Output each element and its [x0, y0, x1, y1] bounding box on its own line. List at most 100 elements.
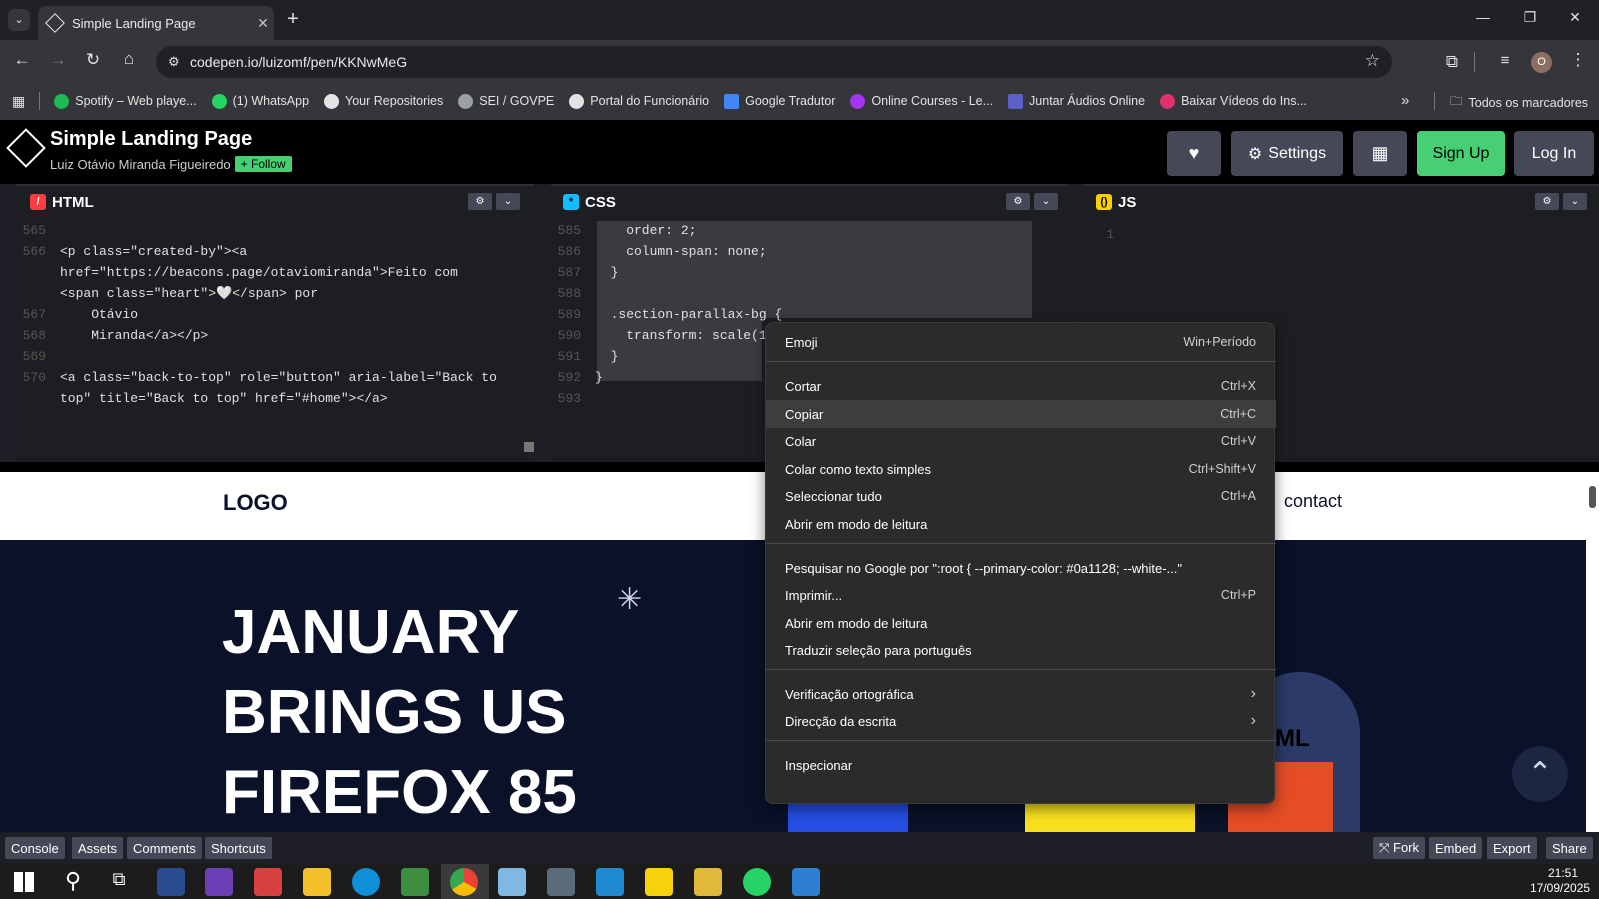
bookmark-google-tradutor[interactable]: Google Tradutor: [724, 93, 835, 109]
hero-heading: JANUARY BRINGS US FIREFOX 85: [222, 593, 577, 833]
git-icon[interactable]: [401, 868, 429, 896]
context-menu-item[interactable]: Colar Ctrl+V: [766, 427, 1276, 455]
like-button[interactable]: ♥: [1167, 131, 1221, 176]
scrollbar-thumb[interactable]: [1589, 486, 1596, 508]
html-code[interactable]: 565 566 <p class="created-by"><a href="http…: [16, 220, 534, 409]
tab-close-icon[interactable]: ✕: [252, 15, 274, 32]
media-control-icon[interactable]: ≡: [1494, 52, 1516, 69]
address-bar[interactable]: ⚙ codepen.io/luizomf/pen/KKNwMeG ☆: [156, 46, 1392, 78]
bookmark-sei[interactable]: SEI / GOVPE: [458, 93, 554, 109]
code-line: 593: [551, 388, 782, 409]
comments-button[interactable]: Comments: [127, 837, 202, 859]
preview-scrollbar[interactable]: [1586, 472, 1599, 832]
context-menu-item[interactable]: Copiar Ctrl+C: [766, 400, 1276, 428]
snipping-tool-icon[interactable]: [254, 868, 282, 896]
context-menu-item[interactable]: Cortar Ctrl+X: [766, 372, 1276, 400]
bookmark-github[interactable]: Your Repositories: [324, 93, 443, 109]
file-explorer-icon[interactable]: [303, 868, 331, 896]
signup-button[interactable]: Sign Up: [1417, 131, 1505, 176]
site-info-icon[interactable]: ⚙: [168, 54, 180, 70]
context-menu-item[interactable]: Pesquisar no Google por ":root { --prima…: [766, 554, 1276, 582]
css-settings-icon[interactable]: ⚙: [1006, 193, 1030, 210]
js-settings-icon[interactable]: ⚙: [1535, 193, 1559, 210]
edge-icon[interactable]: [352, 868, 380, 896]
feather-app-icon[interactable]: [205, 868, 233, 896]
bookmark-spotify[interactable]: Spotify – Web playe...: [54, 93, 197, 109]
shortcuts-button[interactable]: Shortcuts: [205, 837, 272, 859]
context-menu-item[interactable]: Imprimir... Ctrl+P: [766, 581, 1276, 609]
search-icon[interactable]: ⚲: [60, 868, 86, 894]
context-menu-item[interactable]: Abrir em modo de leitura: [766, 609, 1276, 637]
more-bookmarks-icon[interactable]: »: [1401, 92, 1409, 109]
context-menu-item[interactable]: Verificação ortográfica ›: [766, 680, 1276, 708]
js-code[interactable]: 1: [1084, 224, 1599, 245]
fork-button[interactable]: ⤧ Fork: [1373, 837, 1426, 859]
back-to-top-button[interactable]: ⌃: [1512, 746, 1568, 802]
context-menu-item[interactable]: Emoji Win+Período: [766, 328, 1276, 356]
clock-date[interactable]: 17/09/2025: [1530, 881, 1590, 895]
bookmark-baixar-videos[interactable]: Baixar Vídeos do Ins...: [1160, 93, 1307, 109]
layout-button[interactable]: ▦: [1353, 131, 1407, 176]
html-settings-icon[interactable]: ⚙: [468, 193, 492, 210]
settings-button[interactable]: ⚙ Settings: [1231, 131, 1343, 176]
context-menu-item[interactable]: Seleccionar tudo Ctrl+A: [766, 482, 1276, 510]
home-icon[interactable]: ⌂: [118, 49, 140, 69]
embed-button[interactable]: Embed: [1429, 837, 1483, 859]
follow-button[interactable]: + Follow: [234, 156, 292, 172]
tab-search-icon[interactable]: ⌄: [8, 9, 30, 31]
context-menu-item[interactable]: Direcção da escrita ›: [766, 707, 1276, 735]
bookmark-online-courses[interactable]: Online Courses - Le...: [850, 93, 993, 109]
preview-nav-contact[interactable]: contact: [1284, 491, 1342, 512]
chrome-menu-icon[interactable]: ⋮: [1568, 50, 1588, 70]
chrome-icon[interactable]: [450, 868, 478, 896]
pen-author[interactable]: Luiz Otávio Miranda Figueiredo: [50, 157, 231, 172]
notepad-icon[interactable]: [498, 868, 526, 896]
js-collapse-icon[interactable]: ⌄: [1563, 193, 1587, 210]
bookmark-whatsapp[interactable]: (1) WhatsApp: [211, 93, 309, 109]
vscode-icon[interactable]: [596, 868, 624, 896]
pen-title[interactable]: Simple Landing Page: [50, 128, 252, 151]
line-number: 570: [22, 370, 46, 385]
powershell-icon[interactable]: [157, 868, 185, 896]
context-menu-item[interactable]: Inspecionar: [766, 751, 1276, 779]
context-menu-item[interactable]: Abrir em modo de leitura: [766, 510, 1276, 538]
windows-start-icon[interactable]: [14, 872, 34, 892]
css-collapse-icon[interactable]: ⌄: [1034, 193, 1058, 210]
export-button[interactable]: Export: [1487, 837, 1537, 859]
css-code[interactable]: 585 order: 2; 586 column-span: none; 587 }…: [551, 220, 783, 409]
paint-icon[interactable]: [792, 868, 820, 896]
code-text: <span class="heart">🤍</span> por: [60, 286, 319, 301]
calculator-icon[interactable]: [547, 868, 575, 896]
apps-icon[interactable]: ▦: [12, 93, 25, 110]
preview-logo[interactable]: LOGO: [223, 490, 288, 516]
share-button[interactable]: Share: [1546, 837, 1593, 859]
reload-icon[interactable]: ↻: [83, 50, 103, 70]
forward-icon[interactable]: →: [48, 50, 68, 70]
profile-avatar[interactable]: O: [1531, 52, 1552, 73]
clock-time[interactable]: 21:51: [1548, 866, 1578, 880]
python-folder-icon[interactable]: [694, 868, 722, 896]
task-view-icon[interactable]: ⧉: [108, 869, 130, 890]
html-collapse-icon[interactable]: ⌄: [496, 193, 520, 210]
context-menu-item[interactable]: Colar como texto simples Ctrl+Shift+V: [766, 455, 1276, 483]
sticky-notes-icon[interactable]: [645, 868, 673, 896]
bookmark-juntar-audios[interactable]: Juntar Áudios Online: [1008, 93, 1145, 109]
console-button[interactable]: Console: [5, 837, 65, 859]
whatsapp-app-icon[interactable]: [743, 868, 771, 896]
window-close-icon[interactable]: ✕: [1565, 9, 1585, 26]
resize-handle[interactable]: [524, 442, 534, 452]
minimize-icon[interactable]: —: [1473, 9, 1493, 25]
bookmark-portal[interactable]: Portal do Funcionário: [569, 93, 709, 109]
login-button[interactable]: Log In: [1514, 131, 1594, 176]
all-bookmarks[interactable]: 🗀 Todos os marcadores: [1450, 92, 1588, 113]
extensions-icon[interactable]: ⧉: [1441, 52, 1463, 72]
restore-icon[interactable]: ❐: [1520, 9, 1540, 26]
new-tab-icon[interactable]: +: [282, 8, 304, 31]
line-number: 586: [557, 244, 581, 259]
bookmark-star-icon[interactable]: ☆: [1365, 51, 1380, 71]
html-editor[interactable]: / HTML ⚙ ⌄ 565 566 <p class="created-by"><…: [16, 184, 534, 462]
assets-button[interactable]: Assets: [72, 837, 124, 859]
browser-tab-active[interactable]: Simple Landing Page ✕: [38, 6, 274, 40]
context-menu-item[interactable]: Traduzir seleção para português: [766, 636, 1276, 664]
back-icon[interactable]: ←: [12, 50, 32, 70]
